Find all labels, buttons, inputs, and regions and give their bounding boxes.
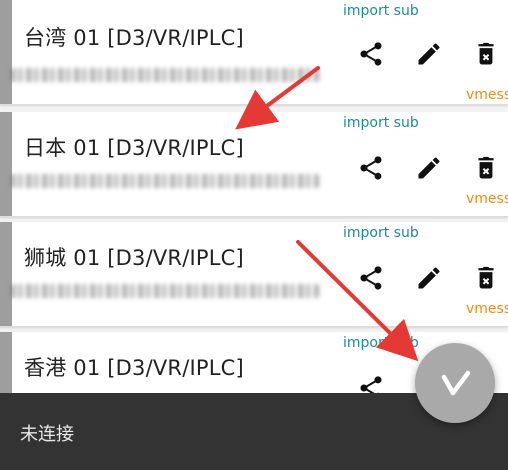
delete-button[interactable]	[470, 152, 502, 184]
pencil-icon	[418, 267, 440, 289]
share-button[interactable]	[355, 152, 387, 184]
share-icon	[360, 42, 382, 66]
share-icon	[360, 266, 382, 290]
pencil-icon	[418, 43, 440, 65]
server-card[interactable]: 日本 01 [D3/VR/IPLC] import sub vmess	[0, 112, 508, 217]
protocol-type: vmess	[466, 87, 508, 103]
selection-indicator	[0, 112, 12, 216]
server-name: 台湾 01 [D3/VR/IPLC]	[24, 26, 244, 50]
edit-button[interactable]	[413, 262, 445, 294]
protocol-type: vmess	[466, 301, 508, 317]
share-button[interactable]	[355, 262, 387, 294]
server-card[interactable]: 台湾 01 [D3/VR/IPLC] import sub vmess	[0, 0, 508, 105]
connection-status-text: 未连接	[20, 424, 74, 445]
v-logo-icon	[441, 370, 471, 396]
edit-button[interactable]	[413, 152, 445, 184]
protocol-type: vmess	[466, 191, 508, 207]
server-list-screen: 台湾 01 [D3/VR/IPLC] import sub vmess 日本 0…	[0, 0, 508, 470]
server-name: 香港 01 [D3/VR/IPLC]	[24, 356, 244, 380]
selection-indicator	[0, 222, 12, 326]
edit-button[interactable]	[413, 38, 445, 70]
server-address-blurred	[10, 284, 320, 298]
subscription-label: import sub	[343, 335, 419, 351]
share-icon	[360, 156, 382, 180]
trash-icon	[478, 266, 494, 289]
delete-button[interactable]	[470, 262, 502, 294]
subscription-label: import sub	[343, 225, 419, 241]
delete-button[interactable]	[470, 38, 502, 70]
trash-icon	[478, 42, 494, 65]
share-button[interactable]	[355, 38, 387, 70]
selection-indicator	[0, 0, 12, 104]
server-address-blurred	[10, 174, 320, 188]
server-name: 日本 01 [D3/VR/IPLC]	[24, 136, 244, 160]
pencil-icon	[418, 157, 440, 179]
subscription-label: import sub	[343, 115, 419, 131]
server-address-blurred	[10, 68, 320, 82]
connect-fab[interactable]	[415, 343, 495, 423]
server-card[interactable]: 狮城 01 [D3/VR/IPLC] import sub vmess	[0, 222, 508, 327]
subscription-label: import sub	[343, 3, 419, 19]
server-name: 狮城 01 [D3/VR/IPLC]	[24, 246, 244, 270]
trash-icon	[478, 156, 494, 179]
